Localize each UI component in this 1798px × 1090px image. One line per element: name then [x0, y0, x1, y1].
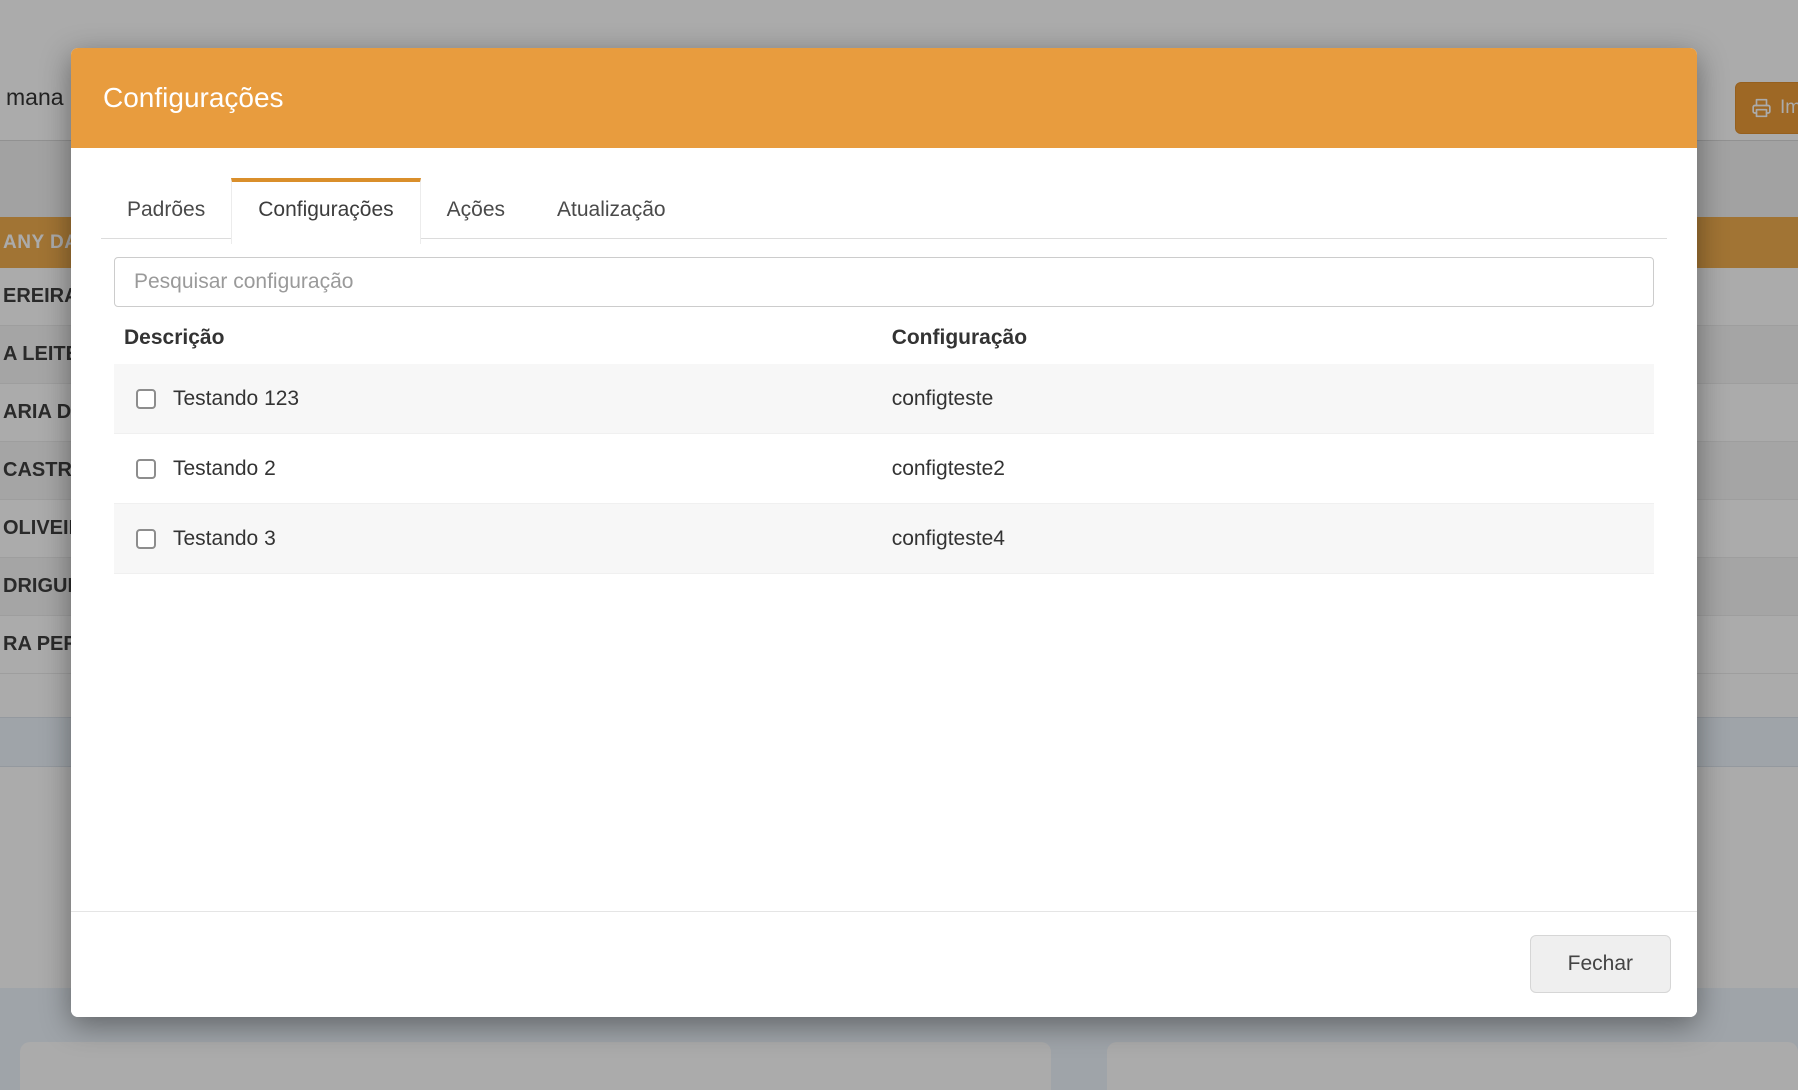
table-row: Testando 123 configteste — [114, 364, 1654, 434]
row-description: Testando 2 — [173, 457, 276, 481]
modal-title: Configurações — [103, 82, 284, 114]
table-row: Testando 2 configteste2 — [114, 434, 1654, 504]
row-checkbox[interactable] — [136, 459, 156, 479]
tab-acoes[interactable]: Ações — [421, 178, 531, 238]
row-description: Testando 123 — [173, 387, 299, 411]
row-description: Testando 3 — [173, 527, 276, 551]
tab-atualizacao[interactable]: Atualização — [531, 178, 692, 238]
tab-padroes[interactable]: Padrões — [101, 178, 231, 238]
search-input[interactable] — [114, 257, 1654, 307]
config-table-header: Descrição Configuração — [114, 307, 1654, 364]
column-header-configuracao: Configuração — [892, 326, 1654, 350]
row-configuration: configteste — [892, 387, 994, 410]
modal-footer: Fechar — [71, 911, 1697, 1017]
close-button[interactable]: Fechar — [1530, 935, 1671, 993]
row-checkbox[interactable] — [136, 389, 156, 409]
modal-header: Configurações — [71, 48, 1697, 148]
config-table: Descrição Configuração Testando 123 confi… — [114, 307, 1654, 574]
column-header-descricao: Descrição — [114, 326, 892, 350]
row-checkbox[interactable] — [136, 529, 156, 549]
modal-tabs: PadrõesConfiguraçõesAçõesAtualização — [101, 178, 1667, 239]
configuracoes-modal: Configurações PadrõesConfiguraçõesAçõesA… — [71, 48, 1697, 1017]
config-table-body: Testando 123 configteste Testando 2 configt… — [114, 364, 1654, 574]
row-configuration: configteste2 — [892, 457, 1005, 480]
tab-configuracoes[interactable]: Configurações — [231, 178, 420, 244]
modal-body: PadrõesConfiguraçõesAçõesAtualização Des… — [71, 148, 1697, 574]
row-configuration: configteste4 — [892, 527, 1005, 550]
table-row: Testando 3 configteste4 — [114, 504, 1654, 574]
